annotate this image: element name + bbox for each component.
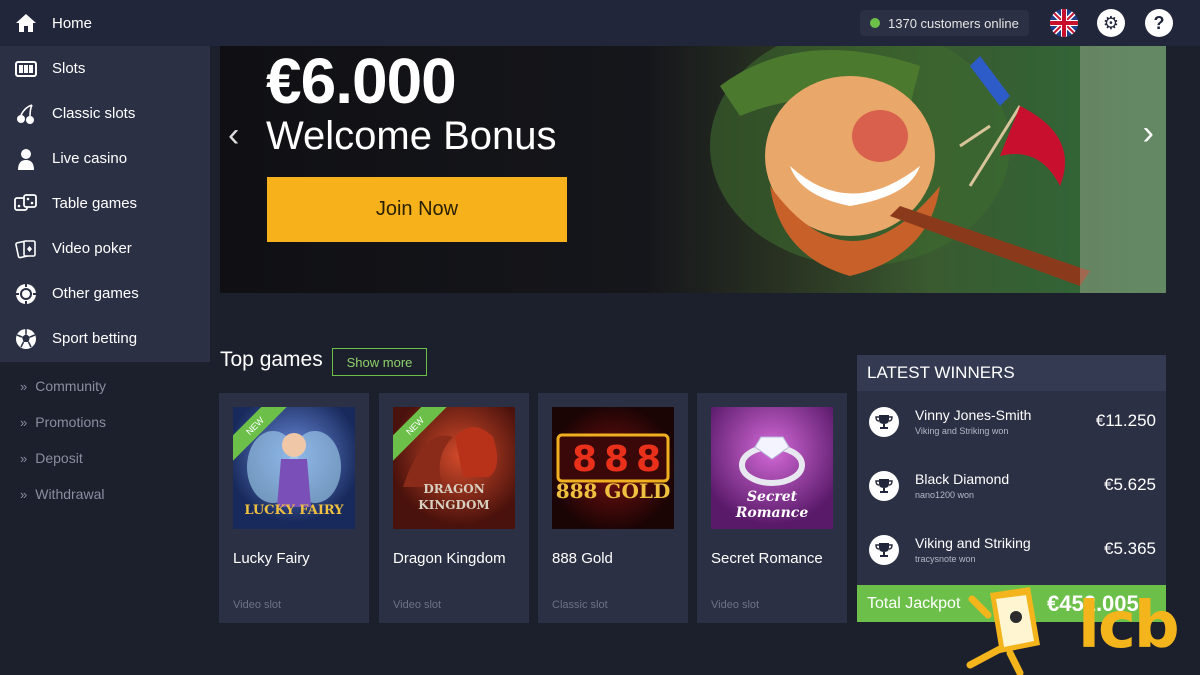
nav-link-label: Withdrawal — [35, 486, 105, 502]
home-label: Home — [52, 14, 93, 32]
nav-link-label: Community — [35, 378, 107, 394]
help-icon[interactable]: ? — [1145, 9, 1173, 37]
svg-text:8: 8 — [636, 439, 661, 480]
game-name: 888 Gold — [552, 550, 613, 567]
chip-icon — [14, 282, 38, 306]
sidebar-item-label: Table games — [52, 195, 138, 212]
game-thumbnail: 888 888 GOLD — [552, 407, 674, 529]
reels-art: 888 — [556, 433, 670, 483]
dealer-icon — [14, 147, 38, 171]
winner-amount: €5.625 — [1104, 475, 1156, 494]
game-card[interactable]: Secret Romance Secret Romance Video slot — [697, 393, 847, 623]
thumb-title: 888 GOLD — [555, 479, 671, 503]
game-card[interactable]: LUCKY FAIRY NEW Lucky Fairy Video slot — [219, 393, 369, 623]
gear-icon[interactable]: ⚙ — [1097, 9, 1125, 37]
uk-flag-icon[interactable] — [1050, 9, 1078, 37]
thumb-title: Secret Romance — [735, 489, 809, 521]
game-name: Lucky Fairy — [233, 550, 310, 567]
double-chevron-icon: » — [20, 378, 28, 394]
nav-link-deposit[interactable]: » Deposit — [20, 440, 106, 476]
game-card[interactable]: DRAGON KINGDOM NEW Dragon Kingdom Video … — [379, 393, 529, 623]
carousel-next-icon[interactable]: › — [1143, 114, 1154, 153]
game-card[interactable]: 888 888 GOLD 888 Gold Classic slot — [538, 393, 688, 623]
thumb-title: DRAGON KINGDOM — [418, 482, 490, 512]
sidebar: Slots Classic slots Live casino Table ga… — [0, 46, 210, 362]
bonus-amount: €6.000 — [266, 46, 457, 117]
game-thumbnail: Secret Romance — [711, 407, 833, 529]
trophy-icon — [869, 535, 899, 565]
winner-row: Vinny Jones-Smith Viking and Striking wo… — [857, 391, 1166, 455]
winner-name: Black Diamond — [915, 471, 1010, 487]
online-dot — [870, 18, 880, 28]
football-icon — [14, 327, 38, 351]
nav-link-community[interactable]: » Community — [20, 368, 106, 404]
game-type: Video slot — [233, 599, 282, 611]
sidebar-item-classic-slots[interactable]: Classic slots — [0, 91, 210, 136]
nav-link-promotions[interactable]: » Promotions — [20, 404, 106, 440]
game-name: Secret Romance — [711, 550, 823, 567]
sidebar-item-table-games[interactable]: Table games — [0, 181, 210, 226]
sidebar-item-label: Classic slots — [52, 105, 136, 122]
double-chevron-icon: » — [20, 486, 28, 502]
lcb-watermark-logo: lcb — [960, 585, 1200, 675]
sidebar-item-label: Sport betting — [52, 330, 138, 347]
bonus-title: Welcome Bonus — [266, 114, 557, 158]
top-bar: Home 1370 customers online ⚙ ? — [0, 0, 1200, 46]
sidebar-item-label: Slots — [52, 60, 86, 77]
latest-winners-panel: LATEST WINNERS Vinny Jones-Smith Viking … — [857, 355, 1166, 622]
sidebar-item-other-games[interactable]: Other games — [0, 271, 210, 316]
winner-name: Vinny Jones-Smith — [915, 407, 1032, 423]
carousel-prev-icon[interactable]: ‹ — [228, 116, 239, 155]
winner-row: Black Diamond nano1200 won €5.625 — [857, 455, 1166, 519]
online-text: 1370 customers online — [888, 15, 1019, 31]
banner-leprechaun-art — [710, 46, 1166, 293]
trophy-icon — [869, 471, 899, 501]
winner-amount: €11.250 — [1095, 411, 1156, 430]
secondary-nav: » Community » Promotions » Deposit » Withdra… — [20, 368, 106, 512]
mascot-icon — [966, 587, 1040, 675]
lcb-wordmark: lcb — [1078, 589, 1180, 663]
join-now-button[interactable]: Join Now — [267, 177, 567, 242]
winner-row: Viking and Striking tracysnote won €5.36… — [857, 519, 1166, 583]
sidebar-item-video-poker[interactable]: Video poker — [0, 226, 210, 271]
nav-link-withdrawal[interactable]: » Withdrawal — [20, 476, 106, 512]
thumb-title: LUCKY FAIRY — [244, 503, 344, 518]
cards-icon — [14, 237, 38, 261]
show-more-button[interactable]: Show more — [332, 348, 427, 376]
winner-name: Viking and Striking — [915, 535, 1031, 551]
svg-text:8: 8 — [572, 439, 597, 480]
promo-banner: ‹ › €6.000 Welcome Bonus Join Now — [220, 46, 1166, 293]
sidebar-item-sport-betting[interactable]: Sport betting — [0, 316, 210, 361]
sidebar-item-label: Other games — [52, 285, 139, 302]
double-chevron-icon: » — [20, 450, 28, 466]
game-type: Video slot — [393, 599, 442, 611]
sidebar-item-label: Live casino — [52, 150, 128, 167]
cherries-icon — [14, 102, 38, 126]
double-chevron-icon: » — [20, 414, 28, 430]
top-games-title: Top games — [220, 348, 323, 371]
svg-text:8: 8 — [604, 439, 629, 480]
home-icon — [14, 11, 38, 35]
winner-detail: Viking and Striking won — [915, 426, 1009, 436]
nav-link-label: Promotions — [35, 414, 107, 430]
nav-link-label: Deposit — [35, 450, 83, 466]
sidebar-item-label: Video poker — [52, 240, 132, 257]
jackpot-label: Total Jackpot — [867, 594, 961, 612]
winner-detail: tracysnote won — [915, 554, 976, 564]
winner-detail: nano1200 won — [915, 490, 975, 500]
game-type: Classic slot — [552, 599, 608, 611]
winner-amount: €5.365 — [1104, 539, 1156, 558]
trophy-icon — [869, 407, 899, 437]
home-link[interactable]: Home — [0, 0, 210, 46]
game-thumbnail: DRAGON KINGDOM NEW — [393, 407, 515, 529]
sidebar-item-slots[interactable]: Slots — [0, 46, 210, 91]
game-type: Video slot — [711, 599, 760, 611]
slots-icon — [14, 57, 38, 81]
winners-title: LATEST WINNERS — [857, 355, 1166, 391]
dice-icon — [14, 192, 38, 216]
game-thumbnail: LUCKY FAIRY NEW — [233, 407, 355, 529]
sidebar-item-live-casino[interactable]: Live casino — [0, 136, 210, 181]
game-name: Dragon Kingdom — [393, 550, 506, 567]
online-counter: 1370 customers online — [860, 10, 1029, 36]
